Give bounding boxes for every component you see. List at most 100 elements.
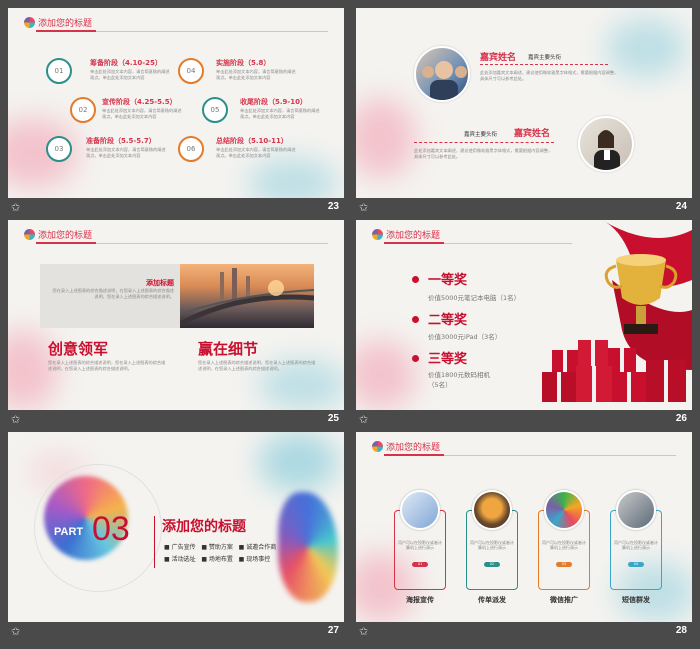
slide-number: 23 xyxy=(327,201,339,212)
slide-canvas: 嘉宾姓名 嘉宾主要头衔 此处添加嘉宾文本阐述，建议使用微软雅黑字体格式，需要根据… xyxy=(356,8,692,198)
card-badge: 04 xyxy=(628,562,644,567)
slide-canvas: 添加您的标题 一等奖 价值5000元笔记本电脑（1名） 二等奖 价值3000元i… xyxy=(356,220,692,410)
card-badge: 03 xyxy=(556,562,572,567)
prize-description: 价值5000元笔记本电脑（1名） xyxy=(428,294,521,302)
slide-number: 27 xyxy=(327,625,339,636)
title-divider-accent xyxy=(36,30,96,32)
timeline-item: 02 宣传阶段（4.25-5.5） 单击此处添加文本内容，请言简意赅的阐述观点。… xyxy=(70,97,210,133)
slide-footer: ✩ 26 xyxy=(356,411,692,431)
card-label: 微信推广 xyxy=(550,596,578,604)
logo-icon xyxy=(372,229,383,240)
slide-title: 添加您的标题 xyxy=(386,443,441,453)
slide-transition-star-icon[interactable]: ✩ xyxy=(11,414,20,426)
card-label: 短信群发 xyxy=(622,596,650,604)
right-text: 您在录入上述图表的综合描述说明，您在录入上述图表的综合描述说明，在您录入上述图表… xyxy=(198,360,316,371)
step-description: 单击此处添加文本内容，请言简意赅的阐述观点。单击此处添加文本内容 xyxy=(86,147,166,158)
timeline-item: 05 收尾阶段（5.9-10） 单击此处添加文本内容，请言简意赅的阐述观点。单击… xyxy=(202,97,342,133)
card-label: 海报宣传 xyxy=(406,596,434,604)
slide-thumbnail-26[interactable]: 添加您的标题 一等奖 价值5000元笔记本电脑（1名） 二等奖 价值3000元i… xyxy=(356,220,692,431)
step-number: 03 xyxy=(46,136,72,162)
prize-description: 价值1800元数码相机 xyxy=(428,371,491,379)
slide-transition-star-icon[interactable]: ✩ xyxy=(11,626,20,638)
bullet-dot xyxy=(412,355,419,362)
divider xyxy=(480,64,608,65)
wechat-photo xyxy=(544,490,584,530)
divider xyxy=(414,142,554,143)
slide-canvas: 添加您的标题 添加标题 您在录入上述图表的综合描述说明，在您录入上述图表的综合描… xyxy=(8,220,344,410)
slide-thumbnail-24[interactable]: 嘉宾姓名 嘉宾主要头衔 此处添加嘉宾文本阐述，建议使用微软雅黑字体格式，需要根据… xyxy=(356,8,692,219)
step-description: 单击此处添加文本内容，请言简意赅的阐述观点。单击此处添加文本内容 xyxy=(216,147,296,158)
guest-description: 此处添加嘉宾文本阐述，建议使用微软雅黑字体格式，需要根据内容调整，具体尺寸可以参… xyxy=(414,148,553,159)
logo-icon xyxy=(372,441,383,452)
slide-transition-star-icon[interactable]: ✩ xyxy=(11,202,20,214)
slide-title: 添加您的标题 xyxy=(38,231,93,241)
step-heading: 准备阶段（5.5-5.7） xyxy=(86,137,156,145)
slide-canvas: 添加您的标题 用户可以在投影仪或者计算机上进行演示 01 海报宣传 用户可以在投… xyxy=(356,432,692,622)
box-title: 添加标题 xyxy=(146,279,174,287)
logo-icon xyxy=(24,229,35,240)
title-divider-accent xyxy=(384,454,444,456)
step-number: 05 xyxy=(202,97,228,123)
step-description: 单击此处添加文本内容，请言简意赅的阐述观点。单击此处添加文本内容 xyxy=(90,69,170,80)
bullet-row: ■ 活动选址 ■ 场地布置 ■ 现场事控 xyxy=(164,554,270,563)
slide-thumbnail-28[interactable]: 添加您的标题 用户可以在投影仪或者计算机上进行演示 01 海报宣传 用户可以在投… xyxy=(356,432,692,643)
left-heading: 创意领军 xyxy=(48,340,109,358)
slide-transition-star-icon[interactable]: ✩ xyxy=(359,202,368,214)
slide-footer: ✩ 27 xyxy=(8,623,344,643)
step-heading: 总结阶段（5.10-11） xyxy=(216,137,288,145)
watercolor-splash xyxy=(356,340,416,410)
step-number: 01 xyxy=(46,58,72,84)
card-text: 用户可以在投影仪或者计算机上进行演示 xyxy=(470,540,514,550)
slide-thumbnail-27[interactable]: PART 03 添加您的标题 ■ 广告宣传 ■ 赞助方案 ■ 诚邀合作商 ■ 活… xyxy=(8,432,344,643)
slide-thumbnail-23[interactable]: 添加您的标题 01 筹备阶段（4.10-25） 单击此处添加文本内容，请言简意赅… xyxy=(8,8,344,219)
title-divider-accent xyxy=(36,242,96,244)
slide-number: 28 xyxy=(675,625,687,636)
step-number: 06 xyxy=(178,136,204,162)
slide-canvas: PART 03 添加您的标题 ■ 广告宣传 ■ 赞助方案 ■ 诚邀合作商 ■ 活… xyxy=(8,432,344,622)
text-box: 添加标题 您在录入上述图表的综合描述说明，在您录入上述图表的综合描述说明，您在录… xyxy=(40,264,180,328)
slide-footer: ✩ 23 xyxy=(8,199,344,219)
slide-thumbnail-25[interactable]: 添加您的标题 添加标题 您在录入上述图表的综合描述说明，在您录入上述图表的综合描… xyxy=(8,220,344,431)
city-bridge-image xyxy=(180,264,314,328)
timeline-item: 04 实施阶段（5.8） 单击此处添加文本内容，请言简意赅的阐述观点。单击此处添… xyxy=(178,58,318,94)
prize-description: （5名） xyxy=(428,381,452,389)
slide-number: 24 xyxy=(675,201,687,212)
step-heading: 实施阶段（5.8） xyxy=(216,59,271,67)
section-heading: 添加您的标题 xyxy=(162,519,246,535)
watercolor-splash xyxy=(356,98,416,178)
slide-transition-star-icon[interactable]: ✩ xyxy=(359,626,368,638)
slide-transition-star-icon[interactable]: ✩ xyxy=(359,414,368,426)
box-text: 您在录入上述图表的综合描述说明，在您录入上述图表的综合描述说明，您在录入上述图表… xyxy=(52,288,174,299)
title-divider-accent xyxy=(384,242,444,244)
guest-name: 嘉宾姓名 xyxy=(480,53,517,63)
step-number: 04 xyxy=(178,58,204,84)
slide-number: 26 xyxy=(675,413,687,424)
card-badge: 02 xyxy=(484,562,500,567)
slide-footer: ✩ 24 xyxy=(356,199,692,219)
slide-title: 添加您的标题 xyxy=(38,19,93,29)
watercolor-splash xyxy=(606,18,686,78)
prize-name: 一等奖 xyxy=(428,273,468,288)
bullet-item: ■ 赞助方案 xyxy=(201,544,233,551)
timeline-item: 01 筹备阶段（4.10-25） 单击此处添加文本内容，请言简意赅的阐述观点。单… xyxy=(46,58,186,94)
prize-description: 价值3000元iPad（3名） xyxy=(428,333,502,341)
card-badge: 01 xyxy=(412,562,428,567)
bullet-item: ■ 场地布置 xyxy=(201,556,233,563)
bullet-dot xyxy=(412,316,419,323)
guest-photo xyxy=(414,46,470,102)
part-word: PART xyxy=(54,526,84,538)
guest-title: 嘉宾主要头衔 xyxy=(464,132,498,138)
logo-icon xyxy=(24,17,35,28)
timeline-item: 06 总结阶段（5.10-11） 单击此处添加文本内容，请言简意赅的阐述观点。单… xyxy=(178,136,318,172)
step-number: 02 xyxy=(70,97,96,123)
card-text: 用户可以在投影仪或者计算机上进行演示 xyxy=(614,540,658,550)
guest-title: 嘉宾主要头衔 xyxy=(528,55,562,61)
step-description: 单击此处添加文本内容，请言简意赅的阐述观点。单击此处添加文本内容 xyxy=(216,69,296,80)
step-heading: 收尾阶段（5.9-10） xyxy=(240,98,308,106)
flyer-photo xyxy=(472,490,512,530)
slide-number: 25 xyxy=(327,413,339,424)
bullet-item: ■ 活动选址 xyxy=(164,556,196,563)
guest-description: 此处添加嘉宾文本阐述，建议使用微软雅黑字体格式，需要根据内容调整，具体尺寸可以参… xyxy=(480,70,619,81)
timeline-item: 03 准备阶段（5.5-5.7） 单击此处添加文本内容，请言简意赅的阐述观点。单… xyxy=(46,136,186,172)
card-label: 传单派发 xyxy=(478,596,506,604)
